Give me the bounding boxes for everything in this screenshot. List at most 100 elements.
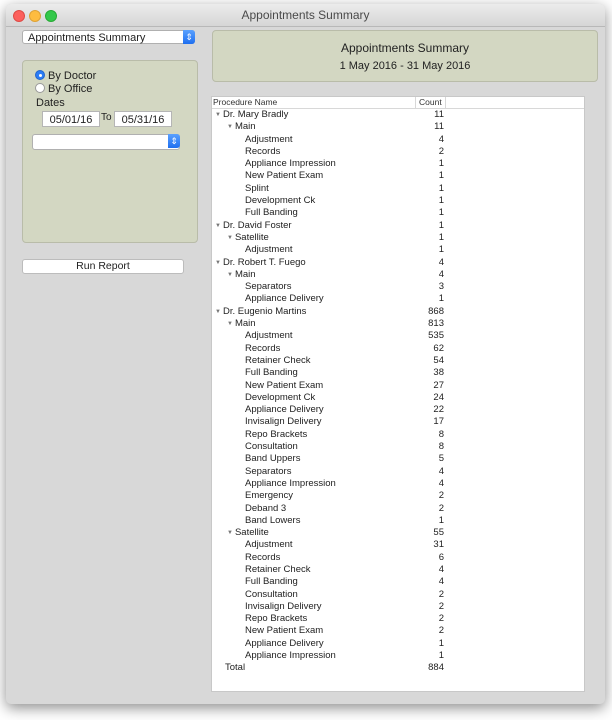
report-date-range: 1 May 2016 - 31 May 2016 (339, 60, 471, 72)
procedure-row[interactable]: Band Uppers 5 (212, 453, 584, 465)
row-label: Adjustment (245, 330, 293, 342)
row-label: Invisalign Delivery (245, 416, 322, 428)
disclosure-triangle-icon[interactable]: ▼ (227, 318, 233, 330)
procedure-row[interactable]: Appliance Impression 4 (212, 478, 584, 490)
procedure-row[interactable]: Separators 3 (212, 281, 584, 293)
disclosure-triangle-icon[interactable]: ▼ (215, 257, 221, 269)
column-header-count[interactable]: Count (415, 97, 445, 108)
row-label: ▼ Dr. Eugenio Martins (215, 306, 306, 319)
row-label: Appliance Delivery (245, 404, 324, 416)
row-label-text: Splint (245, 182, 269, 194)
row-label-text: Adjustment (245, 244, 293, 256)
report-title: Appointments Summary (340, 41, 470, 55)
row-label-text: Satellite (234, 231, 269, 243)
procedure-row[interactable]: Separators 4 (212, 466, 584, 478)
procedure-row[interactable]: Repo Brackets 8 (212, 429, 584, 441)
disclosure-triangle-icon[interactable]: ▼ (215, 220, 221, 232)
procedure-row[interactable]: Splint 1 (212, 183, 584, 195)
procedure-row[interactable]: Appliance Delivery 22 (212, 404, 584, 416)
row-label-text: Repo Brackets (245, 428, 308, 440)
row-count: 1 (438, 182, 444, 194)
row-label-text: Consultation (245, 441, 298, 453)
title-bar[interactable]: Appointments Summary (6, 4, 605, 27)
procedure-row[interactable]: Emergency 2 (212, 490, 584, 502)
run-report-button[interactable]: Run Report (22, 259, 184, 274)
procedure-row[interactable]: Deband 3 2 (212, 503, 584, 515)
row-label: Consultation (245, 589, 298, 601)
procedure-row[interactable]: Consultation 8 (212, 441, 584, 453)
office-row[interactable]: ▼ Main 813 (212, 318, 584, 330)
doctor-row[interactable]: ▼ Dr. Robert T. Fuego 4 (212, 257, 584, 269)
row-count: 27 (433, 379, 444, 391)
row-count: 1 (438, 514, 444, 526)
row-label-text: New Patient Exam (245, 170, 324, 182)
row-label-text: Records (245, 342, 281, 354)
row-label-text: Retainer Check (245, 354, 311, 366)
procedure-row[interactable]: Development Ck 24 (212, 392, 584, 404)
procedure-row[interactable]: Retainer Check 4 (212, 564, 584, 576)
row-label-text: New Patient Exam (245, 625, 324, 637)
column-header-procedure[interactable]: Procedure Name (213, 97, 277, 108)
row-label: Band Lowers (245, 515, 300, 527)
disclosure-triangle-icon[interactable]: ▼ (227, 527, 233, 539)
disclosure-triangle-icon[interactable]: ▼ (215, 109, 221, 121)
procedure-row[interactable]: Full Banding 38 (212, 367, 584, 379)
row-label: ▼ Main (227, 121, 256, 134)
by-doctor-radio[interactable]: By Doctor (35, 69, 96, 83)
procedure-row[interactable]: Appliance Impression 1 (212, 650, 584, 662)
row-label-text: Full Banding (245, 576, 298, 588)
procedure-row[interactable]: Full Banding 4 (212, 576, 584, 588)
procedure-row[interactable]: New Patient Exam 2 (212, 625, 584, 637)
row-count: 38 (433, 367, 444, 379)
procedure-row[interactable]: Band Lowers 1 (212, 515, 584, 527)
row-count: 1 (438, 170, 444, 182)
procedure-row[interactable]: New Patient Exam 1 (212, 170, 584, 182)
procedure-row[interactable]: Adjustment 31 (212, 539, 584, 551)
disclosure-triangle-icon[interactable]: ▼ (215, 306, 221, 318)
procedure-row[interactable]: Retainer Check 54 (212, 355, 584, 367)
row-label-text: Total (225, 662, 246, 674)
row-label: Records (245, 552, 280, 564)
procedure-row[interactable]: Invisalign Delivery 2 (212, 601, 584, 613)
office-row[interactable]: ▼ Main 11 (212, 121, 584, 133)
procedure-row[interactable]: Appliance Delivery 1 (212, 293, 584, 305)
to-date-field[interactable]: 05/31/16 (114, 111, 172, 127)
row-label: ▼ Satellite (227, 527, 269, 540)
row-count: 4 (438, 576, 444, 588)
procedure-row[interactable]: Records 2 (212, 146, 584, 158)
procedure-row[interactable]: Records 62 (212, 343, 584, 355)
doctor-row[interactable]: ▼ Dr. David Foster 1 (212, 220, 584, 232)
disclosure-triangle-icon[interactable]: ▼ (227, 232, 233, 244)
procedure-row[interactable]: Development Ck 1 (212, 195, 584, 207)
procedure-row[interactable]: Consultation 2 (212, 589, 584, 601)
procedure-row[interactable]: Full Banding 1 (212, 207, 584, 219)
disclosure-triangle-icon[interactable]: ▼ (227, 121, 233, 133)
filter-dropdown[interactable]: ⇕ (32, 134, 180, 150)
row-label-text: Separators (245, 465, 292, 477)
row-label: ▼ Satellite (227, 232, 269, 245)
office-row[interactable]: ▼ Satellite 1 (212, 232, 584, 244)
row-label-text: Records (245, 145, 281, 157)
office-row[interactable]: ▼ Main 4 (212, 269, 584, 281)
row-label-text: Adjustment (245, 133, 293, 145)
row-label-text: Appliance Impression (245, 477, 336, 489)
table-total-row[interactable]: Total 884 (212, 662, 584, 674)
procedure-row[interactable]: Adjustment 535 (212, 330, 584, 342)
from-date-field[interactable]: 05/01/16 (42, 111, 100, 127)
row-label-text: Satellite (234, 527, 269, 539)
row-count: 6 (438, 551, 444, 563)
doctor-row[interactable]: ▼ Dr. Eugenio Martins 868 (212, 306, 584, 318)
procedure-row[interactable]: Appliance Impression 1 (212, 158, 584, 170)
disclosure-triangle-icon[interactable]: ▼ (227, 269, 233, 281)
office-row[interactable]: ▼ Satellite 55 (212, 527, 584, 539)
procedure-row[interactable]: Appliance Delivery 1 (212, 638, 584, 650)
procedure-row[interactable]: Adjustment 4 (212, 134, 584, 146)
procedure-row[interactable]: Adjustment 1 (212, 244, 584, 256)
procedure-row[interactable]: Repo Brackets 2 (212, 613, 584, 625)
procedure-row[interactable]: Invisalign Delivery 17 (212, 416, 584, 428)
report-type-dropdown[interactable]: Appointments Summary ⇕ (22, 30, 195, 44)
procedure-row[interactable]: New Patient Exam 27 (212, 380, 584, 392)
by-office-radio[interactable]: By Office (35, 82, 92, 96)
procedure-row[interactable]: Records 6 (212, 552, 584, 564)
doctor-row[interactable]: ▼ Dr. Mary Bradly 11 (212, 109, 584, 121)
